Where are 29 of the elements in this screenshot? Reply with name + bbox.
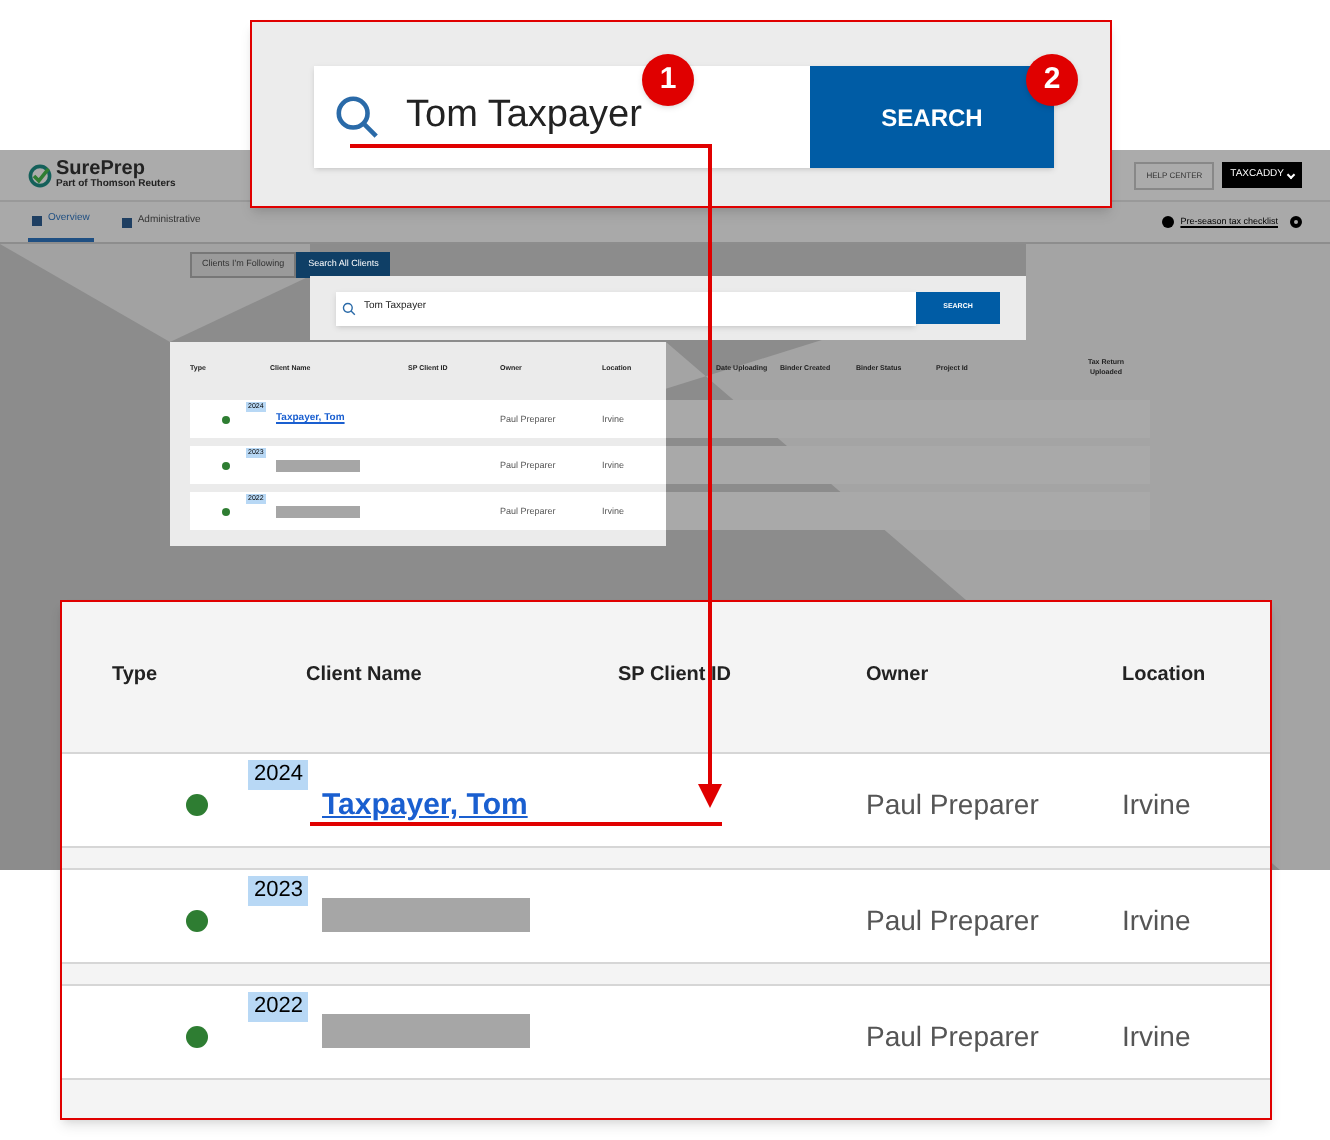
search-value: Tom Taxpayer (406, 92, 642, 141)
column-header: Type (112, 662, 158, 690)
redacted-name (276, 460, 360, 472)
search-icon (342, 301, 356, 315)
client-name-link[interactable]: Taxpayer, Tom (322, 788, 528, 822)
table-row[interactable]: 2022 Paul Preparer Irvine (62, 984, 1270, 1080)
search-icon (334, 94, 380, 140)
table-row[interactable]: 2024 Taxpayer, Tom Paul Preparer Irvine (62, 752, 1270, 848)
step-badge: 1 (642, 54, 694, 106)
step-badge: 2 (1026, 54, 1078, 106)
check-logo-icon (28, 163, 52, 187)
location-cell-text: Irvine (1122, 1018, 1191, 1056)
column-header: SP Client ID (618, 662, 731, 690)
location-cell-text: Irvine (1122, 786, 1191, 824)
settings-icon (1290, 216, 1302, 228)
year-badge: 2024 (248, 760, 309, 790)
caret-icon (1286, 169, 1296, 179)
year-badge: 2022 (248, 992, 309, 1022)
owner-cell-text: Paul Preparer (866, 902, 1039, 940)
column-header: Owner (866, 662, 929, 690)
column-header: Client Name (306, 662, 422, 690)
logo-text: SurePrep (56, 160, 145, 180)
column-header: Location (1122, 662, 1206, 690)
table-row[interactable]: 2023 Paul Preparer Irvine (62, 868, 1270, 964)
owner-cell-text: Paul Preparer (866, 1018, 1039, 1056)
owner-cell-text: Paul Preparer (866, 786, 1039, 824)
year-badge: 2023 (248, 876, 309, 906)
redacted-name (276, 506, 360, 518)
location-cell-text: Irvine (1122, 902, 1191, 940)
